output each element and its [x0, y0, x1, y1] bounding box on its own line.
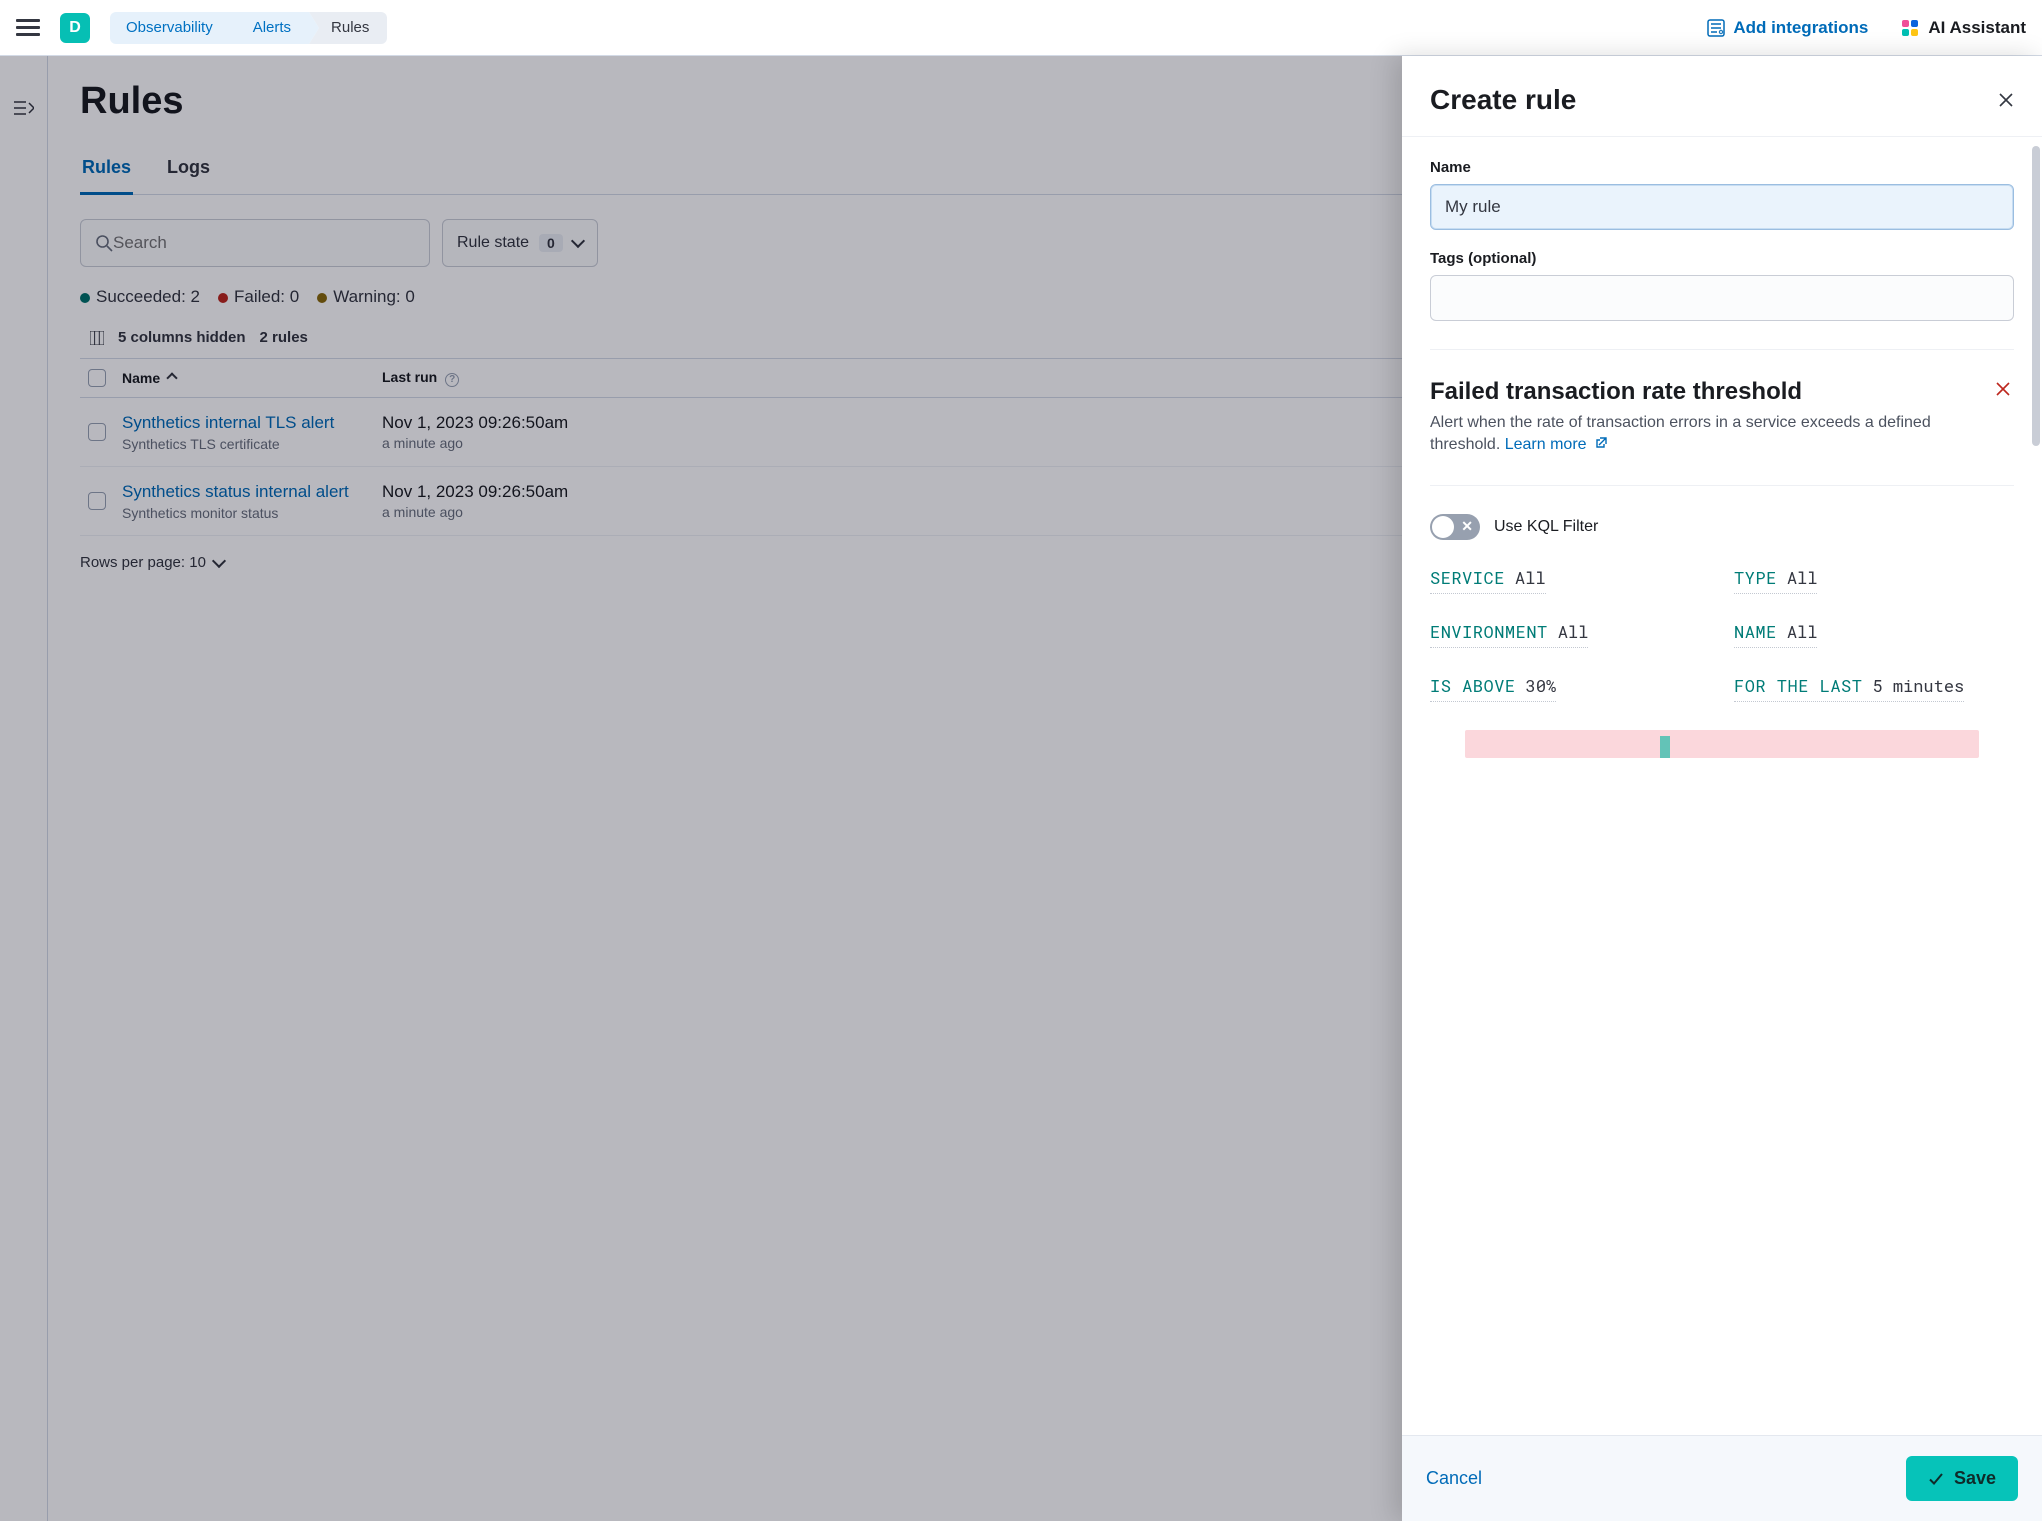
param-type[interactable]: TYPEAll: [1734, 566, 1817, 594]
threshold-chart-preview: [1465, 730, 1979, 758]
workspace-badge[interactable]: D: [60, 13, 90, 43]
external-link-icon: [1595, 434, 1608, 456]
param-name[interactable]: NAMEAll: [1734, 620, 1817, 648]
threshold-params: SERVICEAll TYPEAll ENVIRONMENTAll NAMEAl…: [1430, 566, 2014, 702]
param-is-above[interactable]: IS ABOVE30%: [1430, 674, 1556, 702]
ai-assistant-link[interactable]: AI Assistant: [1900, 18, 2026, 38]
param-environment[interactable]: ENVIRONMENTAll: [1430, 620, 1588, 648]
add-integrations-link[interactable]: Add integrations: [1707, 18, 1868, 38]
ai-assistant-icon: [1900, 18, 1920, 38]
save-button[interactable]: Save: [1906, 1456, 2018, 1501]
flyout-body: Name Tags (optional) Failed transaction …: [1402, 137, 2042, 1435]
param-service[interactable]: SERVICEAll: [1430, 566, 1546, 594]
nav-menu-button[interactable]: [16, 16, 40, 40]
rule-type-description: Alert when the rate of transaction error…: [1430, 412, 1992, 457]
crumb-rules: Rules: [309, 12, 387, 44]
learn-more-link[interactable]: Learn more: [1505, 436, 1608, 453]
add-integrations-label: Add integrations: [1733, 18, 1868, 38]
close-flyout-button[interactable]: [1998, 92, 2014, 108]
tags-input[interactable]: [1430, 275, 2014, 321]
rule-name-input[interactable]: [1430, 184, 2014, 230]
flyout-title: Create rule: [1430, 84, 1576, 116]
cancel-button[interactable]: Cancel: [1426, 1468, 1482, 1489]
x-icon: [1996, 382, 2010, 396]
crumb-observability[interactable]: Observability: [110, 12, 231, 44]
flyout-footer: Cancel Save: [1402, 1435, 2042, 1521]
param-for-last[interactable]: FOR THE LAST5 minutes: [1734, 674, 1964, 702]
check-icon: [1928, 1471, 1944, 1487]
integrations-icon: [1707, 19, 1725, 37]
close-icon: [1998, 92, 2014, 108]
flyout-header: Create rule: [1402, 56, 2042, 137]
breadcrumb: Observability Alerts Rules: [110, 12, 387, 44]
create-rule-flyout: Create rule Name Tags (optional) Failed …: [1402, 56, 2042, 1521]
rule-type-title: Failed transaction rate threshold: [1430, 378, 1992, 406]
remove-rule-type-button[interactable]: [1992, 378, 2014, 400]
crumb-alerts[interactable]: Alerts: [231, 12, 309, 44]
tags-label: Tags (optional): [1430, 250, 2014, 267]
kql-filter-label: Use KQL Filter: [1494, 518, 1598, 536]
page-body: Rules Rules Logs Rule state 0 Succeeded:…: [0, 56, 2042, 1521]
app-header: D Observability Alerts Rules Add integra…: [0, 0, 2042, 56]
kql-filter-toggle[interactable]: ✕: [1430, 514, 1480, 540]
name-label: Name: [1430, 159, 2014, 176]
ai-assistant-label: AI Assistant: [1928, 18, 2026, 38]
